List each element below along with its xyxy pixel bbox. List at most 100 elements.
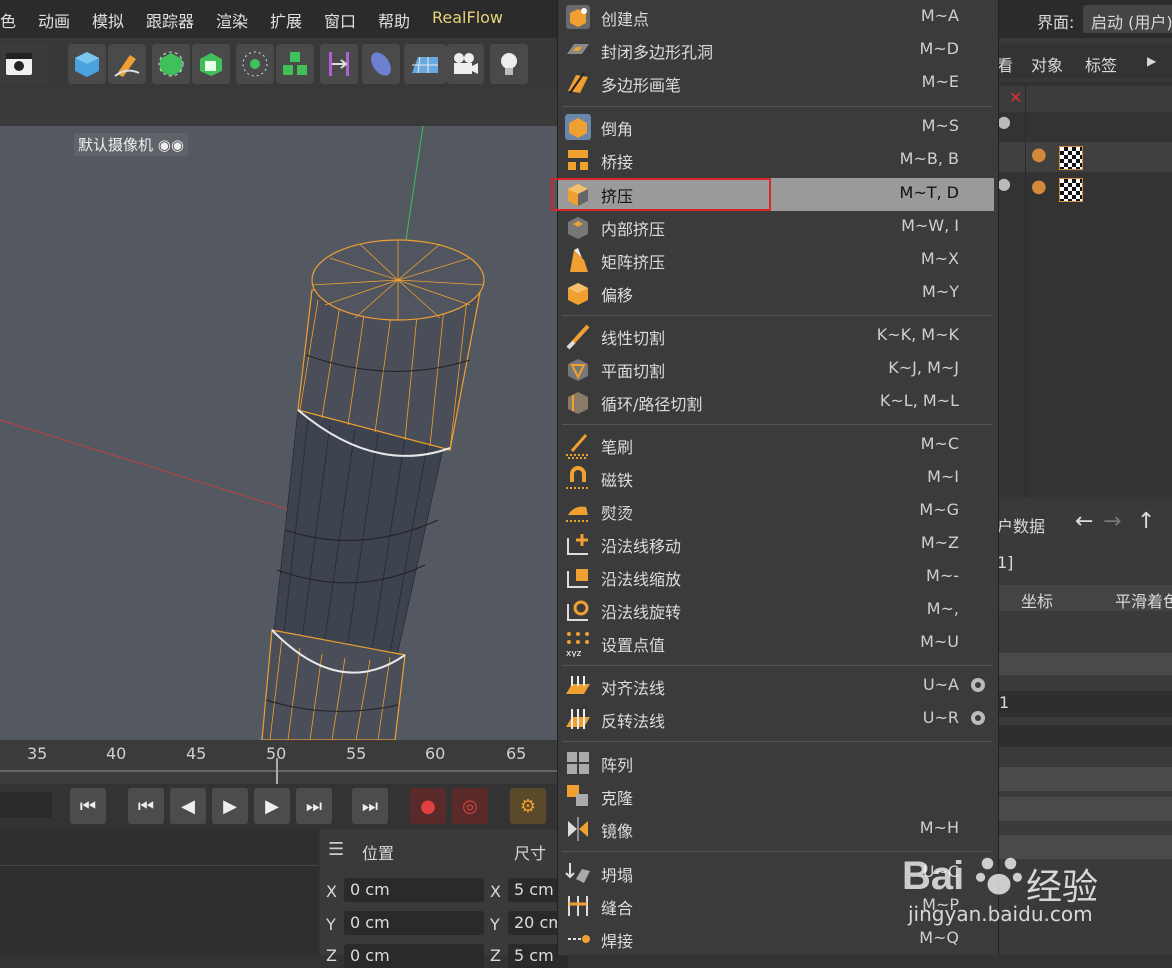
- interface-bar: 界面: 启动 (用户): [997, 0, 1172, 38]
- menu-animation[interactable]: 动画: [38, 8, 70, 32]
- gear-icon[interactable]: [968, 708, 988, 728]
- floor-button[interactable]: [404, 44, 446, 84]
- cube-icon: [75, 52, 99, 77]
- menu-color[interactable]: 色: [0, 8, 16, 32]
- light-button[interactable]: [490, 44, 528, 84]
- menu-item-extrude-inner[interactable]: 内部挤压 M~W, I: [558, 211, 994, 243]
- autokey-icon: ◎: [462, 795, 478, 817]
- menu-item-set-point-value[interactable]: xyz 设置点值 M~U: [558, 627, 994, 659]
- interface-dropdown[interactable]: 启动 (用户): [1083, 5, 1172, 33]
- hamburger-icon[interactable]: ☰: [328, 839, 344, 860]
- frame-stepper[interactable]: [0, 792, 52, 818]
- menu-item-polygon-pen[interactable]: 多边形画笔 M~E: [558, 67, 994, 99]
- timeline-ruler: [0, 770, 557, 772]
- col-coords[interactable]: 坐标: [1021, 588, 1053, 612]
- menu-tracker[interactable]: 跟踪器: [146, 8, 194, 32]
- close-icon[interactable]: ✕: [1009, 88, 1022, 107]
- menu-window[interactable]: 窗口: [324, 8, 356, 32]
- menu-extensions[interactable]: 扩展: [270, 8, 302, 32]
- menu-item-plane-cut[interactable]: 平面切割 K~J, M~J: [558, 353, 994, 385]
- menu-render[interactable]: 渲染: [216, 8, 248, 32]
- col-smooth-shading[interactable]: 平滑着色: [1115, 588, 1172, 612]
- menu-item-reverse-normals[interactable]: 反转法线 U~R: [558, 703, 994, 735]
- menu-separator: [562, 106, 992, 107]
- menu-item-label: 沿法线移动: [601, 537, 682, 556]
- gear-icon[interactable]: [968, 675, 988, 695]
- menu-item-offset[interactable]: 偏移 M~Y: [558, 277, 994, 309]
- object-row[interactable]: ●: [997, 174, 1172, 204]
- menu-help[interactable]: 帮助: [378, 8, 410, 32]
- object-list[interactable]: ✕ ● ● ● ● ●: [997, 82, 1172, 497]
- menu-item-brush[interactable]: 笔刷 M~C: [558, 429, 994, 461]
- menu-item-normal-move[interactable]: 沿法线移动 M~Z: [558, 528, 994, 560]
- prev-key-button[interactable]: ⏮: [128, 788, 164, 824]
- menu-item-line-cut[interactable]: 线性切割 K~K, M~K: [558, 320, 994, 352]
- prev-frame-button[interactable]: ◀: [170, 788, 206, 824]
- menu-item-shortcut: M~C: [920, 434, 959, 453]
- menu-item-magnet[interactable]: 磁铁 M~I: [558, 462, 994, 494]
- menu-item-label: 封闭多边形孔洞: [601, 43, 714, 62]
- menu-item-iron[interactable]: 熨烫 M~G: [558, 495, 994, 527]
- close-hole-icon: [567, 44, 589, 54]
- menu-objects[interactable]: 对象: [1031, 52, 1063, 76]
- timeline[interactable]: 35 40 45 50 55 60 65: [0, 740, 557, 784]
- menu-item-clone[interactable]: 克隆: [558, 780, 994, 812]
- menu-realflow[interactable]: RealFlow: [432, 8, 503, 27]
- menu-item-close-hole[interactable]: 封闭多边形孔洞 M~D: [558, 34, 994, 66]
- attr-field[interactable]: 1: [997, 691, 1172, 717]
- go-to-end-button[interactable]: ⏭: [352, 788, 388, 824]
- menu-tags[interactable]: 标签: [1085, 52, 1117, 76]
- generator-button[interactable]: [192, 44, 230, 84]
- phong-tag-icon: ●: [1031, 176, 1047, 197]
- cube-button[interactable]: [68, 44, 106, 84]
- normal-scale-icon: [567, 569, 588, 588]
- pen-button[interactable]: [108, 44, 146, 84]
- field-button[interactable]: [362, 44, 400, 84]
- menu-item-loop-cut[interactable]: 循环/路径切割 K~L, M~L: [558, 386, 994, 418]
- menu-view[interactable]: 看: [997, 52, 1013, 76]
- camera-icon: [454, 53, 478, 74]
- record-key-button[interactable]: ●: [410, 788, 446, 824]
- menu-simulate[interactable]: 模拟: [92, 8, 124, 32]
- menu-item-bridge[interactable]: 桥接 M~B, B: [558, 144, 994, 176]
- tick-label: 55: [346, 744, 367, 763]
- menu-item-normal-scale[interactable]: 沿法线缩放 M~-: [558, 561, 994, 593]
- capsule-icon: [371, 52, 391, 76]
- menu-item-label: 桥接: [601, 153, 634, 172]
- chevron-right-icon[interactable]: ▶: [1147, 54, 1156, 68]
- keyframe-settings-button[interactable]: ⚙: [510, 788, 546, 824]
- deformer-button[interactable]: [236, 44, 274, 84]
- position-y-field[interactable]: 0 cm: [344, 911, 484, 935]
- camera-label: 默认摄像机 ◉◉: [74, 133, 188, 156]
- next-frame-button[interactable]: ▶: [254, 788, 290, 824]
- render-settings-button[interactable]: [0, 44, 48, 84]
- menu-item-label: 线性切割: [601, 329, 666, 348]
- bottom-left-panel: [0, 830, 318, 955]
- polygon-pen-icon: [568, 72, 588, 94]
- cloner-button[interactable]: [276, 44, 314, 84]
- forward-arrow-icon[interactable]: →: [1103, 509, 1121, 534]
- viewport-3d[interactable]: [0, 126, 557, 740]
- camera-button[interactable]: [446, 44, 484, 84]
- back-arrow-icon[interactable]: ←: [1075, 509, 1093, 534]
- object-row[interactable]: ●: [997, 142, 1172, 172]
- subdivision-button[interactable]: [152, 44, 190, 84]
- menu-item-matrix-extrude[interactable]: 矩阵挤压 M~X: [558, 244, 994, 276]
- menu-item-align-normals[interactable]: 对齐法线 U~A: [558, 670, 994, 702]
- up-arrow-icon[interactable]: ↑: [1137, 509, 1155, 534]
- menu-item-normal-rotate[interactable]: 沿法线旋转 M~,: [558, 594, 994, 626]
- measure-button[interactable]: [320, 44, 358, 84]
- stitch-icon: [568, 896, 588, 916]
- menu-item-label: 多边形画笔: [601, 76, 682, 95]
- play-button[interactable]: ▶: [212, 788, 248, 824]
- menu-item-create-point[interactable]: 创建点 M~A: [558, 1, 994, 33]
- position-z-field[interactable]: 0 cm: [344, 944, 484, 968]
- autokey-button[interactable]: ◎: [452, 788, 488, 824]
- menu-item-array[interactable]: 阵列: [558, 747, 994, 779]
- menu-item-bevel[interactable]: 倒角 M~S: [558, 111, 994, 143]
- position-x-field[interactable]: 0 cm: [344, 878, 484, 902]
- go-to-start-button[interactable]: ⏮: [70, 788, 106, 824]
- create-point-icon: [566, 5, 590, 29]
- next-key-button[interactable]: ⏭: [296, 788, 332, 824]
- playhead[interactable]: [276, 758, 278, 784]
